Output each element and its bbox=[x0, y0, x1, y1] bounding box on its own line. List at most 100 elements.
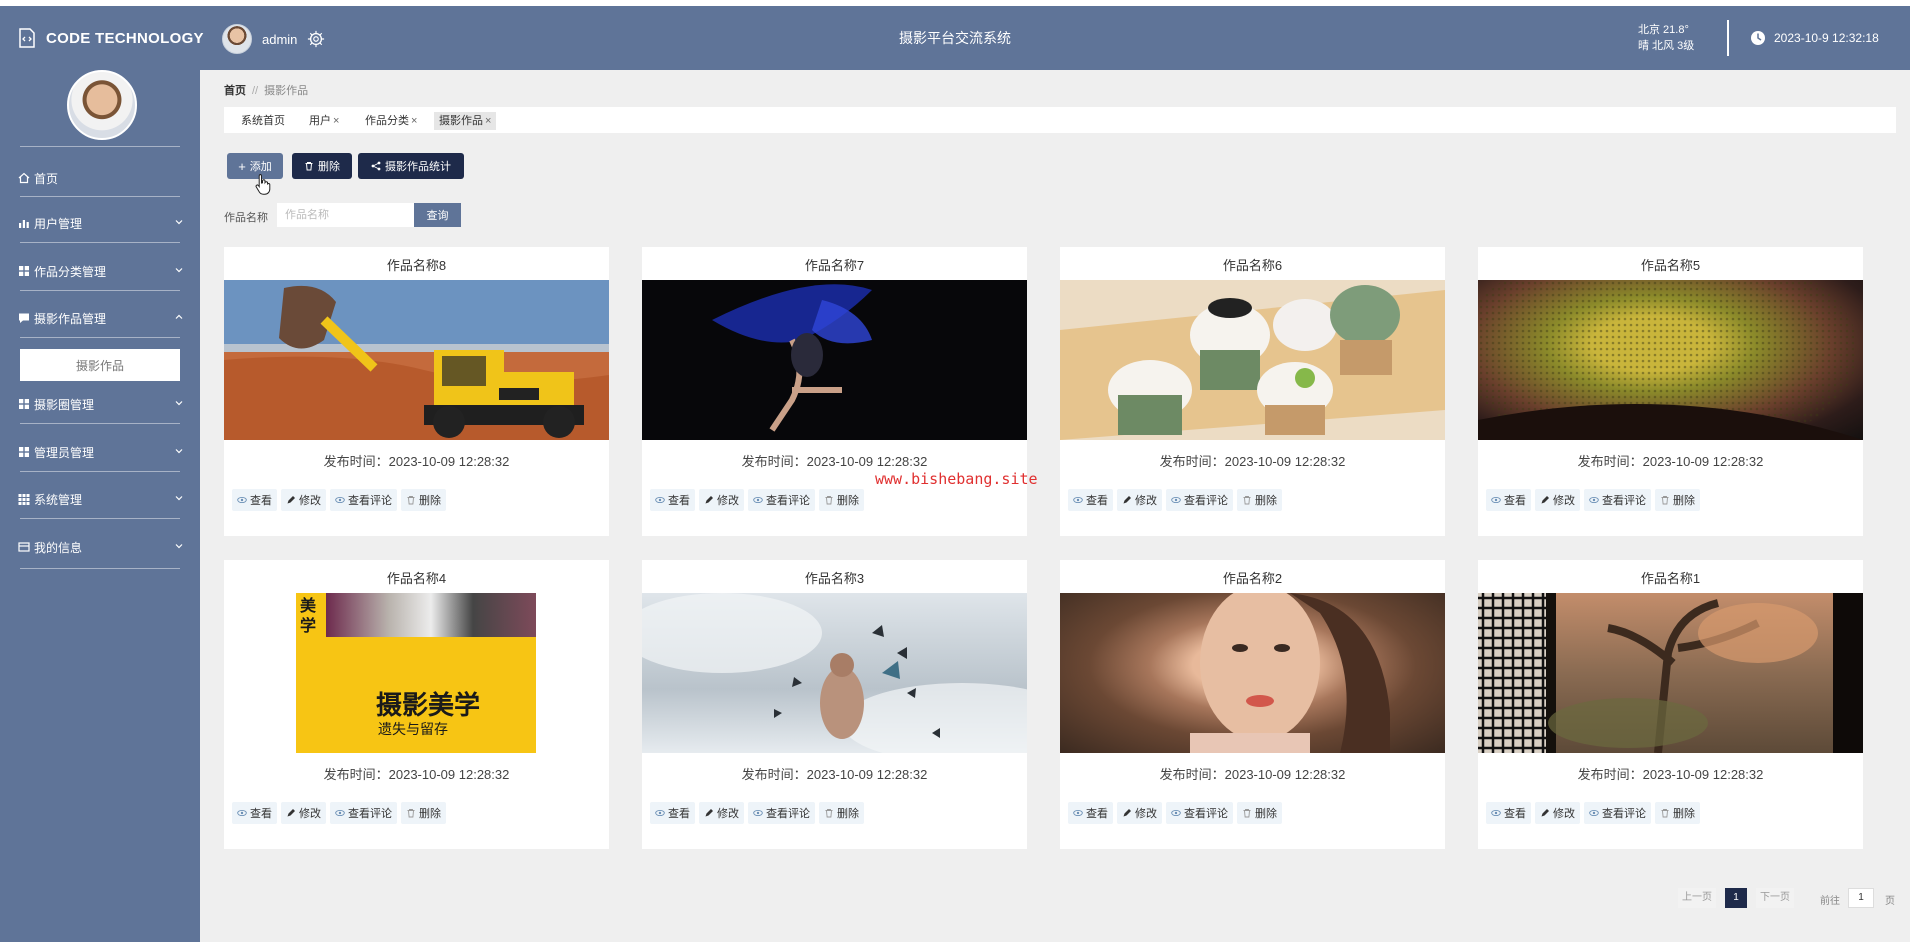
eye-icon bbox=[335, 496, 345, 504]
edit-button[interactable]: 修改 bbox=[699, 489, 744, 511]
tab-categories[interactable]: 作品分类 × bbox=[360, 112, 422, 130]
tab-label: 作品分类 bbox=[365, 115, 409, 127]
sidebar-item-works[interactable]: 摄影作品管理 bbox=[18, 308, 184, 328]
goto-page-input[interactable]: 1 bbox=[1848, 888, 1874, 908]
watermark-text: www.bishebang.site bbox=[875, 470, 1038, 488]
view-button[interactable]: 查看 bbox=[1068, 489, 1113, 511]
view-comments-button[interactable]: 查看评论 bbox=[1584, 489, 1651, 511]
delete-card-button[interactable]: 删除 bbox=[1237, 802, 1282, 824]
tab-label: 系统首页 bbox=[241, 115, 285, 127]
comments-label: 查看评论 bbox=[1184, 495, 1228, 507]
edit-button[interactable]: 修改 bbox=[1535, 489, 1580, 511]
view-button[interactable]: 查看 bbox=[650, 802, 695, 824]
view-button[interactable]: 查看 bbox=[1068, 802, 1113, 824]
delete-button[interactable]: 删除 bbox=[292, 153, 352, 179]
view-comments-button[interactable]: 查看评论 bbox=[330, 489, 397, 511]
sidebar-item-system[interactable]: 系统管理 bbox=[18, 489, 184, 509]
stats-button[interactable]: 摄影作品统计 bbox=[358, 153, 464, 179]
eye-icon bbox=[1073, 496, 1083, 504]
delete-card-button[interactable]: 删除 bbox=[819, 802, 864, 824]
eye-icon bbox=[335, 809, 345, 817]
breadcrumb-home[interactable]: 首页 bbox=[224, 85, 246, 97]
trash-icon bbox=[1243, 496, 1251, 505]
page-number-current[interactable]: 1 bbox=[1725, 888, 1747, 908]
card-image[interactable] bbox=[1478, 593, 1863, 753]
card-image[interactable] bbox=[642, 280, 1027, 440]
view-comments-button[interactable]: 查看评论 bbox=[330, 802, 397, 824]
chevron-down-icon bbox=[175, 268, 183, 273]
view-button[interactable]: 查看 bbox=[1486, 489, 1531, 511]
view-comments-button[interactable]: 查看评论 bbox=[748, 802, 815, 824]
card-publish-time: 发布时间：2023-10-09 12:28:32 bbox=[323, 767, 510, 782]
search-button[interactable]: 查询 bbox=[414, 203, 461, 227]
share-icon bbox=[371, 161, 381, 171]
sidebar-item-admins[interactable]: 管理员管理 bbox=[18, 442, 184, 462]
tab-home[interactable]: 系统首页 bbox=[236, 112, 290, 130]
edit-button[interactable]: 修改 bbox=[699, 802, 744, 824]
eye-icon bbox=[237, 809, 247, 817]
portrait-photo bbox=[1190, 593, 1390, 753]
trash-icon bbox=[1661, 809, 1669, 818]
search-input[interactable] bbox=[277, 203, 427, 227]
edit-button[interactable]: 修改 bbox=[281, 802, 326, 824]
card-image[interactable] bbox=[642, 593, 1027, 753]
delete-card-button[interactable]: 删除 bbox=[1655, 802, 1700, 824]
delete-card-button[interactable]: 删除 bbox=[1655, 489, 1700, 511]
delete-card-button[interactable]: 删除 bbox=[819, 489, 864, 511]
view-comments-button[interactable]: 查看评论 bbox=[748, 489, 815, 511]
sidebar-item-users[interactable]: 用户管理 bbox=[18, 213, 184, 233]
view-comments-button[interactable]: 查看评论 bbox=[1166, 802, 1233, 824]
card-image[interactable] bbox=[224, 280, 609, 440]
close-icon[interactable]: × bbox=[411, 115, 417, 127]
sidebar-item-profile[interactable]: 我的信息 bbox=[18, 537, 184, 557]
edit-button[interactable]: 修改 bbox=[1117, 489, 1162, 511]
edit-button[interactable]: 修改 bbox=[1117, 802, 1162, 824]
view-comments-button[interactable]: 查看评论 bbox=[1166, 489, 1233, 511]
card-image[interactable] bbox=[1478, 280, 1863, 440]
edit-button[interactable]: 修改 bbox=[281, 489, 326, 511]
card-image[interactable] bbox=[1060, 593, 1445, 753]
view-button[interactable]: 查看 bbox=[1486, 802, 1531, 824]
chevron-up-icon bbox=[175, 314, 183, 319]
sidebar-subitem-works[interactable]: 摄影作品 bbox=[20, 349, 180, 381]
next-page-button[interactable]: 下一页 bbox=[1756, 888, 1794, 908]
card-actions: 查看 修改 查看评论 删除 bbox=[650, 802, 864, 824]
card-icon bbox=[18, 542, 30, 552]
excavator-photo bbox=[224, 285, 609, 440]
card-title: 作品名称3 bbox=[804, 571, 865, 586]
view-label: 查看 bbox=[250, 808, 272, 820]
card-publish-time: 发布时间：2023-10-09 12:28:32 bbox=[1159, 767, 1346, 782]
insect-eye-photo bbox=[1478, 280, 1863, 440]
view-button[interactable]: 查看 bbox=[232, 489, 277, 511]
view-comments-button[interactable]: 查看评论 bbox=[1584, 802, 1651, 824]
delete-card-button[interactable]: 删除 bbox=[401, 489, 446, 511]
card-actions: 查看 修改 查看评论 删除 bbox=[232, 802, 446, 824]
edit-button[interactable]: 修改 bbox=[1535, 802, 1580, 824]
close-icon[interactable]: × bbox=[485, 115, 491, 127]
tab-works[interactable]: 摄影作品 × bbox=[434, 112, 497, 130]
sidebar-item-circle[interactable]: 摄影圈管理 bbox=[18, 394, 184, 414]
card-actions: 查看 修改 查看评论 删除 bbox=[1068, 802, 1282, 824]
delete-label: 删除 bbox=[837, 808, 859, 820]
delete-card-button[interactable]: 删除 bbox=[1237, 489, 1282, 511]
prev-page-button[interactable]: 上一页 bbox=[1678, 888, 1716, 908]
edit-label: 修改 bbox=[717, 495, 739, 507]
card-publish-time: 发布时间：2023-10-09 12:28:32 bbox=[1577, 767, 1764, 782]
card-image[interactable]: 美学 摄影美学 遗失与留存 bbox=[224, 593, 609, 753]
delete-card-button[interactable]: 删除 bbox=[401, 802, 446, 824]
pencil-icon bbox=[1541, 496, 1549, 504]
trash-icon bbox=[407, 809, 415, 818]
view-button[interactable]: 查看 bbox=[232, 802, 277, 824]
card-image[interactable] bbox=[1060, 280, 1445, 440]
card-title: 作品名称7 bbox=[804, 258, 865, 273]
close-icon[interactable]: × bbox=[333, 115, 339, 127]
sidebar: 首页 用户管理 作品分类管理 摄影作品管理 摄影作品 摄影圈管理 管理员管理 系… bbox=[0, 70, 200, 942]
sidebar-item-categories[interactable]: 作品分类管理 bbox=[18, 261, 184, 281]
card-title: 作品名称5 bbox=[1640, 258, 1701, 273]
tab-users[interactable]: 用户 × bbox=[304, 112, 344, 130]
sidebar-item-home[interactable]: 首页 bbox=[18, 168, 184, 188]
window-tree-photo bbox=[1478, 593, 1863, 753]
sidebar-divider bbox=[20, 196, 180, 197]
pencil-icon bbox=[287, 809, 295, 817]
view-button[interactable]: 查看 bbox=[650, 489, 695, 511]
